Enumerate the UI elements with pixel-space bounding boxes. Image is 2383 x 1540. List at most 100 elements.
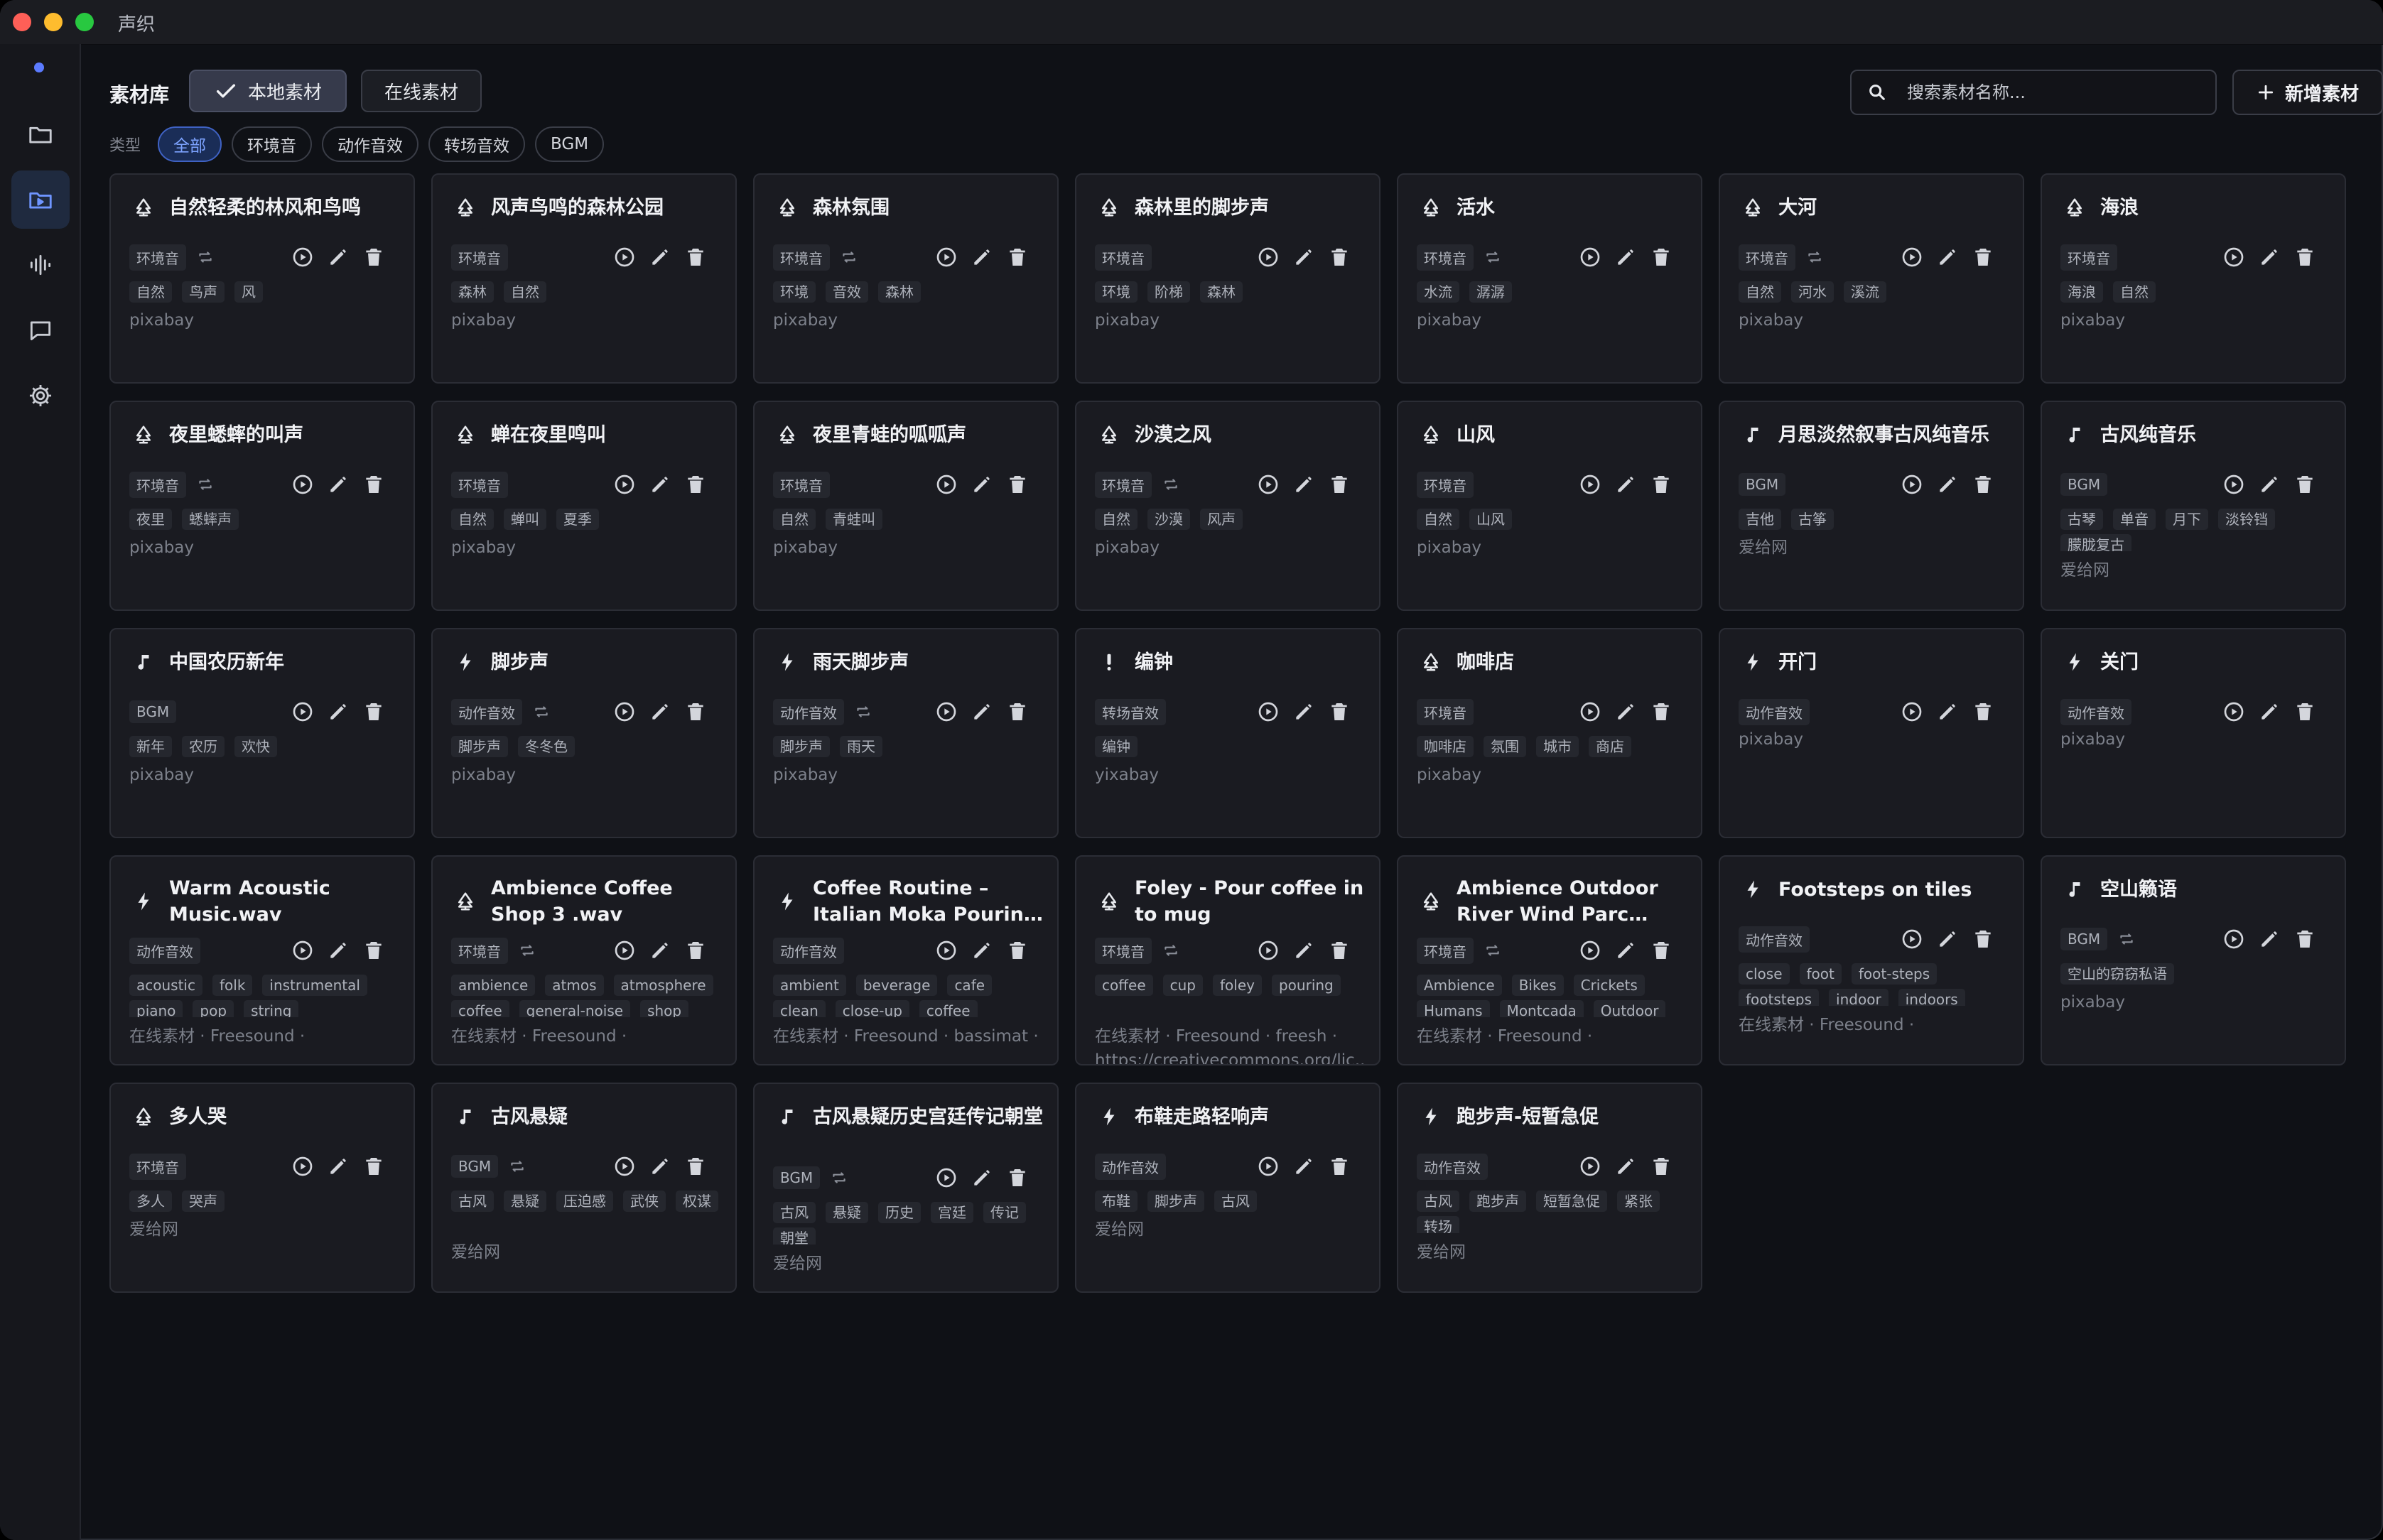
filter-chip-transition-sfx[interactable]: 转场音效 xyxy=(428,126,526,162)
play-button[interactable] xyxy=(1579,246,1601,271)
delete-button[interactable] xyxy=(1328,1155,1351,1181)
delete-button[interactable] xyxy=(1650,473,1673,499)
edit-button[interactable] xyxy=(1292,246,1315,271)
play-button[interactable] xyxy=(1257,1155,1280,1181)
edit-button[interactable] xyxy=(971,1166,993,1192)
delete-button[interactable] xyxy=(1006,246,1029,271)
play-button[interactable] xyxy=(291,1155,314,1181)
delete-button[interactable] xyxy=(1972,473,1994,499)
edit-button[interactable] xyxy=(971,473,993,499)
asset-card[interactable]: 风声鸟鸣的森林公园 环境音 森林 自然 pixabay xyxy=(431,173,737,384)
asset-card[interactable]: 森林里的脚步声 环境音 环境 阶梯 森林 pixabay xyxy=(1075,173,1380,384)
play-button[interactable] xyxy=(1901,928,1923,953)
search-input[interactable] xyxy=(1906,82,2193,103)
asset-card[interactable]: 中国农历新年 BGM 新年 农历 欢快 pixabay xyxy=(109,628,415,838)
delete-button[interactable] xyxy=(1006,473,1029,499)
play-button[interactable] xyxy=(2222,928,2245,953)
play-button[interactable] xyxy=(1901,700,1923,726)
play-button[interactable] xyxy=(2222,473,2245,499)
edit-button[interactable] xyxy=(1936,700,1959,726)
edit-button[interactable] xyxy=(327,246,350,271)
delete-button[interactable] xyxy=(1972,700,1994,726)
asset-card[interactable]: 空山籁语 BGM 空山的窃窃私语 pixabay xyxy=(2041,855,2346,1065)
edit-button[interactable] xyxy=(327,1155,350,1181)
play-button[interactable] xyxy=(935,473,958,499)
asset-card[interactable]: 多人哭 环境音 多人 哭声 爱给网 xyxy=(109,1083,415,1293)
delete-button[interactable] xyxy=(2293,246,2316,271)
online-assets-tab[interactable]: 在线素材 xyxy=(361,70,482,112)
asset-card[interactable]: 关门 动作音效 pixabay xyxy=(2041,628,2346,838)
edit-button[interactable] xyxy=(2258,473,2281,499)
search-box[interactable] xyxy=(1850,70,2217,115)
delete-button[interactable] xyxy=(1006,700,1029,726)
asset-card[interactable]: 雨天脚步声 动作音效 脚步声 雨天 pixabay xyxy=(753,628,1059,838)
play-button[interactable] xyxy=(935,1166,958,1192)
asset-card[interactable]: Foley - Pour coffee in to mug 环境音 coffee cu… xyxy=(1075,855,1380,1065)
edit-button[interactable] xyxy=(649,246,671,271)
edit-button[interactable] xyxy=(1936,246,1959,271)
delete-button[interactable] xyxy=(684,939,707,965)
play-button[interactable] xyxy=(1257,473,1280,499)
delete-button[interactable] xyxy=(1650,246,1673,271)
minimize-window-button[interactable] xyxy=(44,13,63,31)
edit-button[interactable] xyxy=(971,700,993,726)
delete-button[interactable] xyxy=(362,246,385,271)
close-window-button[interactable] xyxy=(13,13,31,31)
play-button[interactable] xyxy=(613,246,636,271)
local-assets-tab[interactable]: 本地素材 xyxy=(189,70,347,112)
asset-card[interactable]: Footsteps on tiles 动作音效 close foot foot-step… xyxy=(1719,855,2024,1065)
delete-button[interactable] xyxy=(1328,939,1351,965)
sidebar-item-settings[interactable] xyxy=(11,367,70,425)
asset-card[interactable]: Ambience Outdoor River Wind Parc Casa...… xyxy=(1397,855,1702,1065)
edit-button[interactable] xyxy=(327,939,350,965)
sidebar-item-chat[interactable] xyxy=(11,301,70,359)
play-button[interactable] xyxy=(613,939,636,965)
delete-button[interactable] xyxy=(684,700,707,726)
edit-button[interactable] xyxy=(2258,700,2281,726)
delete-button[interactable] xyxy=(2293,928,2316,953)
edit-button[interactable] xyxy=(1614,473,1637,499)
play-button[interactable] xyxy=(2222,700,2245,726)
delete-button[interactable] xyxy=(1328,700,1351,726)
play-button[interactable] xyxy=(2222,246,2245,271)
play-button[interactable] xyxy=(1579,939,1601,965)
sidebar-item-audio[interactable] xyxy=(11,236,70,294)
delete-button[interactable] xyxy=(362,939,385,965)
asset-card[interactable]: 大河 环境音 自然 河水 溪流 pixabay xyxy=(1719,173,2024,384)
delete-button[interactable] xyxy=(1650,939,1673,965)
play-button[interactable] xyxy=(613,473,636,499)
add-asset-button[interactable]: 新增素材 xyxy=(2232,70,2383,115)
edit-button[interactable] xyxy=(2258,246,2281,271)
play-button[interactable] xyxy=(1901,473,1923,499)
play-button[interactable] xyxy=(935,700,958,726)
asset-card[interactable]: 沙漠之风 环境音 自然 沙漠 风声 pixabay xyxy=(1075,401,1380,611)
edit-button[interactable] xyxy=(971,246,993,271)
edit-button[interactable] xyxy=(1936,928,1959,953)
delete-button[interactable] xyxy=(1650,1155,1673,1181)
play-button[interactable] xyxy=(291,473,314,499)
edit-button[interactable] xyxy=(649,473,671,499)
delete-button[interactable] xyxy=(362,700,385,726)
delete-button[interactable] xyxy=(1650,700,1673,726)
asset-card[interactable]: 古风悬疑历史宫廷传记朝堂 BGM 古风 悬疑 历史 宫廷 传记 朝堂 爱给网 xyxy=(753,1083,1059,1293)
play-button[interactable] xyxy=(1901,246,1923,271)
play-button[interactable] xyxy=(613,1155,636,1181)
asset-card[interactable]: 脚步声 动作音效 脚步声 冬冬色 pixabay xyxy=(431,628,737,838)
edit-button[interactable] xyxy=(1292,473,1315,499)
play-button[interactable] xyxy=(291,700,314,726)
filter-chip-action-sfx[interactable]: 动作音效 xyxy=(322,126,419,162)
play-button[interactable] xyxy=(1257,700,1280,726)
asset-card[interactable]: 月思淡然叙事古风纯音乐 BGM 吉他 古筝 爱给网 xyxy=(1719,401,2024,611)
asset-card[interactable]: 自然轻柔的林风和鸟鸣 环境音 自然 鸟声风 pixabay xyxy=(109,173,415,384)
delete-button[interactable] xyxy=(2293,473,2316,499)
asset-card[interactable]: 咖啡店 环境音 咖啡店 氛围 城市 商店 pixabay xyxy=(1397,628,1702,838)
edit-button[interactable] xyxy=(971,939,993,965)
edit-button[interactable] xyxy=(327,473,350,499)
edit-button[interactable] xyxy=(1936,473,1959,499)
delete-button[interactable] xyxy=(1328,473,1351,499)
asset-card[interactable]: 森林氛围 环境音 环境 音效 森林 pixabay xyxy=(753,173,1059,384)
play-button[interactable] xyxy=(935,939,958,965)
delete-button[interactable] xyxy=(1006,939,1029,965)
edit-button[interactable] xyxy=(1614,700,1637,726)
play-button[interactable] xyxy=(291,246,314,271)
